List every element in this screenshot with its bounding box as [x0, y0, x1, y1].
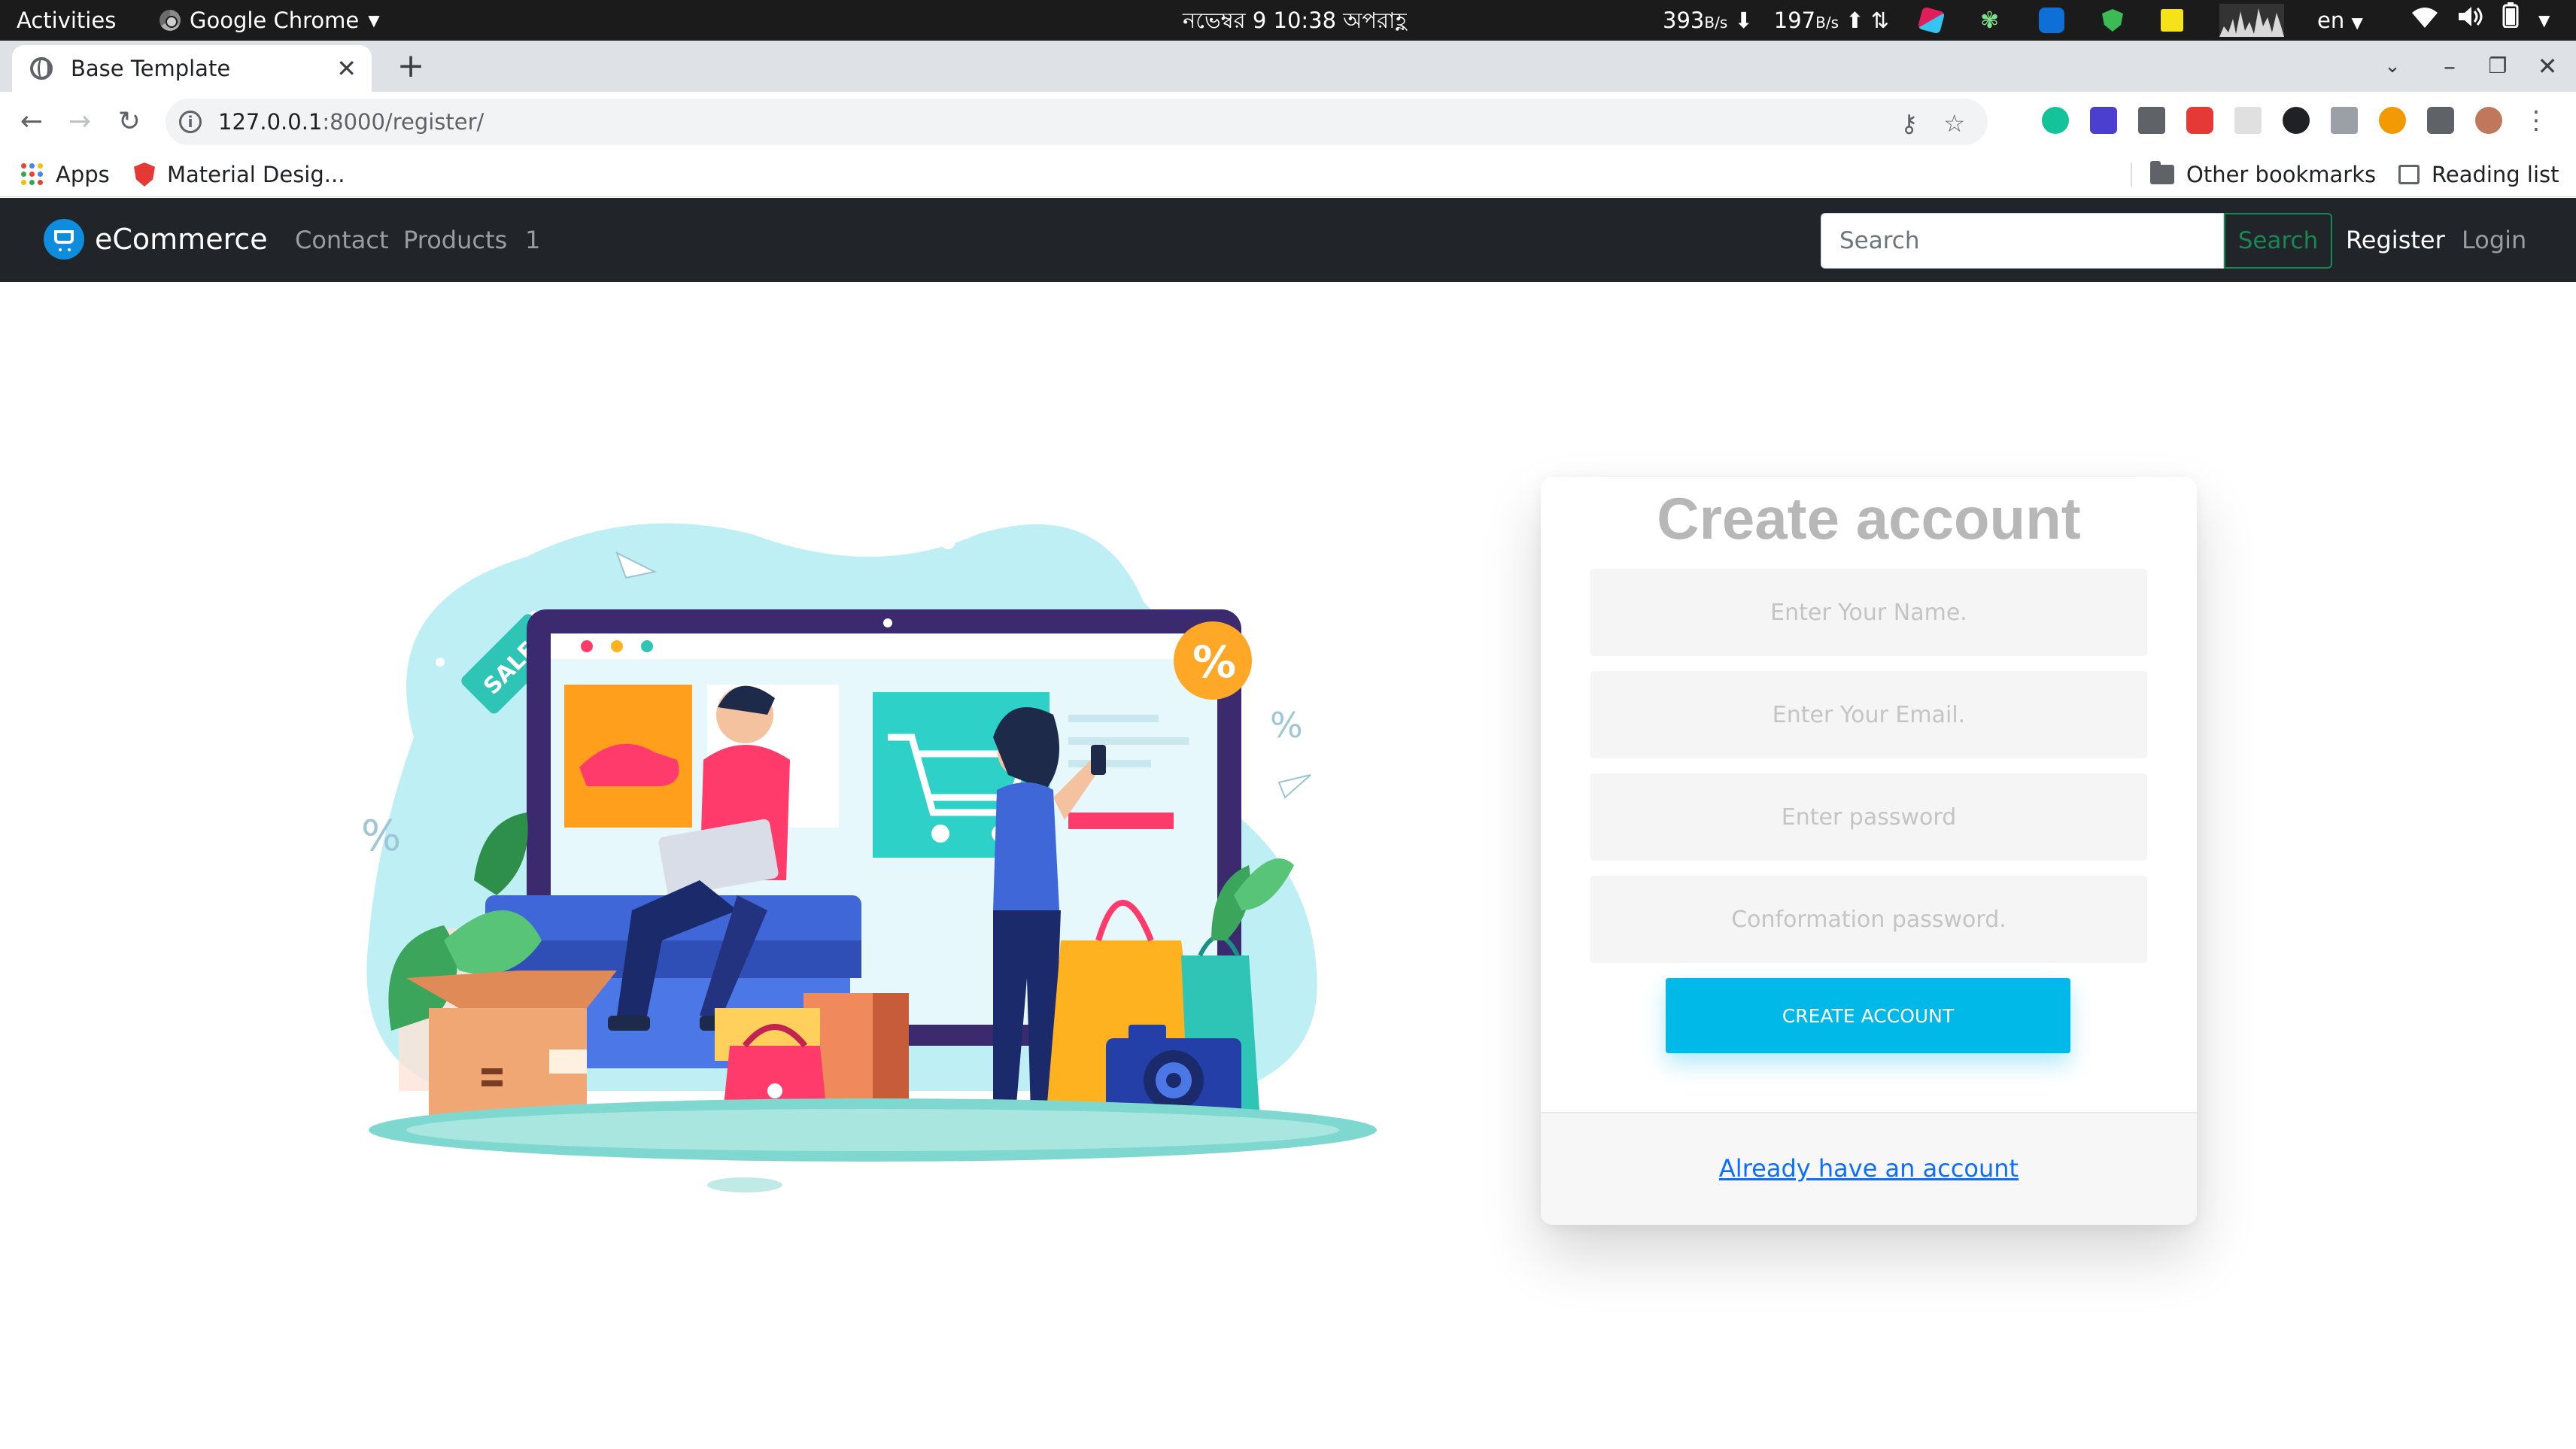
caret-down-icon: ▼ — [2351, 14, 2363, 32]
bookmark-apps[interactable]: Apps — [21, 152, 110, 197]
tray-slack-icon[interactable] — [1917, 6, 1946, 35]
address-bar[interactable]: i 127.0.0.1:8000/register/ ⚷ ☆ — [166, 99, 1988, 145]
password-field[interactable] — [1590, 773, 2147, 861]
tray-system-monitor-icon[interactable] — [2219, 4, 2284, 37]
name-field[interactable] — [1590, 569, 2147, 656]
back-button[interactable]: ← — [14, 104, 50, 140]
create-account-button[interactable]: CREATE ACCOUNT — [1666, 978, 2070, 1053]
tray-teamviewer-icon[interactable] — [2039, 7, 2064, 34]
arrow-down-icon: ⬇ — [1734, 8, 1753, 33]
caret-down-icon: ▼ — [368, 11, 380, 29]
email-field[interactable] — [1590, 671, 2147, 758]
reading-list-label: Reading list — [2432, 162, 2559, 187]
minimize-button[interactable]: – — [2432, 48, 2468, 84]
graduation-cap-icon[interactable] — [2090, 107, 2117, 134]
system-menu[interactable]: ▼ — [2412, 0, 2550, 41]
speed-icon[interactable] — [2283, 107, 2310, 134]
nav-link-login[interactable]: Login — [2462, 198, 2526, 282]
globe-icon — [30, 57, 53, 80]
shopping-illustration: % % SALE % — [346, 489, 1399, 1204]
screen-icon[interactable] — [2331, 107, 2358, 134]
adblock-plus-icon[interactable] — [2186, 107, 2213, 134]
illustration-svg: % % SALE % — [361, 523, 1377, 1192]
nav-link-products[interactable]: Products — [403, 198, 507, 282]
bookmark-label: Material Desig... — [167, 162, 345, 187]
site-navbar: eCommerce Contact Products 1 Search Regi… — [0, 198, 2576, 282]
puzzle-icon[interactable] — [2427, 107, 2454, 134]
svg-text:%: % — [1270, 705, 1303, 746]
site-info-icon[interactable]: i — [179, 111, 202, 133]
svg-text:%: % — [361, 812, 401, 861]
wifi-icon — [2412, 0, 2438, 41]
tab-strip: Base Template ✕ + ⌄ – ❐ ✕ — [0, 41, 2576, 92]
login-link[interactable]: Already have an account — [1719, 1154, 2019, 1183]
nav-link-contact[interactable]: Contact — [295, 198, 389, 282]
tab-title: Base Template — [71, 56, 231, 81]
apps-grid-icon — [21, 163, 44, 186]
arrow-up-icon: ⬆ — [1845, 8, 1864, 33]
network-speed: 393B/s ⬇ 197B/s ⬆ ⇅ — [1663, 0, 1889, 41]
other-bookmarks[interactable]: Other bookmarks — [2150, 152, 2376, 197]
key-icon[interactable]: ⚷ — [1900, 109, 1918, 138]
bookmark-star-icon[interactable]: ☆ — [1943, 109, 1965, 138]
reading-list[interactable]: Reading list — [2398, 152, 2559, 197]
brand-link[interactable]: eCommerce — [44, 219, 268, 260]
bookmark-label: Apps — [56, 162, 110, 187]
volume-icon — [2457, 0, 2483, 41]
grammarly-icon[interactable] — [2042, 107, 2069, 134]
upload-speed: 197B/s ⬆ ⇅ — [1773, 8, 1890, 33]
reading-list-icon — [2398, 165, 2420, 184]
kebab-menu-icon[interactable]: ⋮ — [2523, 105, 2549, 135]
profile-avatar[interactable] — [2475, 107, 2502, 134]
reload-button[interactable]: ↻ — [111, 104, 147, 140]
timer-icon[interactable] — [2379, 107, 2406, 134]
nav-link-register[interactable]: Register — [2346, 198, 2445, 282]
search-input[interactable] — [1821, 213, 2224, 269]
confirm-password-field[interactable] — [1590, 876, 2147, 963]
chrome-app-icon — [159, 10, 181, 31]
tab-base-template[interactable]: Base Template ✕ — [12, 45, 372, 92]
sync-icon: ⇅ — [1870, 8, 1890, 33]
app-menu-label: Google Chrome — [190, 8, 360, 33]
bookmarks-bar: Apps Material Desig... Other bookmarks R… — [0, 152, 2576, 197]
bookmark-material-design[interactable]: Material Desig... — [134, 152, 345, 197]
other-bookmarks-label: Other bookmarks — [2186, 162, 2377, 187]
caret-down-icon: ▼ — [2538, 11, 2550, 29]
folder-icon — [2150, 161, 2174, 184]
extension-placeholder-icon[interactable] — [2234, 107, 2262, 134]
cart-icon — [44, 219, 84, 260]
shield-icon — [134, 163, 155, 187]
language-indicator[interactable]: en ▼ — [2317, 0, 2363, 41]
museum-icon[interactable] — [2138, 107, 2165, 134]
tray-shield-icon[interactable] — [2102, 7, 2123, 34]
search-button[interactable]: Search — [2224, 213, 2332, 269]
card-title: Create account — [1657, 485, 2081, 551]
close-icon[interactable]: ✕ — [336, 54, 357, 83]
nav-link-cart-count[interactable]: 1 — [525, 198, 540, 282]
url-text: 127.0.0.1:8000/register/ — [218, 109, 485, 135]
activities-button[interactable]: Activities — [17, 0, 116, 41]
download-speed: 393B/s ⬇ — [1663, 8, 1753, 33]
browser-toolbar: ← → ↻ i 127.0.0.1:8000/register/ ⚷ ☆ ⋮ — [0, 92, 2576, 152]
bookmarks-divider — [2131, 163, 2132, 187]
card-footer: Already have an account — [1541, 1112, 2197, 1225]
forward-button[interactable]: → — [62, 104, 98, 140]
os-top-bar: Activities Google Chrome ▼ নভেম্বর 9 10:… — [0, 0, 2576, 41]
battery-icon — [2502, 0, 2519, 41]
brand-name: eCommerce — [95, 223, 268, 256]
tray-notes-icon[interactable] — [2161, 7, 2183, 34]
tab-search-button[interactable]: ⌄ — [2374, 48, 2410, 84]
register-card: Create account CREATE ACCOUNT Already ha… — [1541, 477, 2197, 1225]
new-tab-button[interactable]: + — [391, 47, 430, 86]
app-menu[interactable]: Google Chrome ▼ — [159, 0, 380, 41]
restore-button[interactable]: ❐ — [2480, 48, 2516, 84]
tray-plant-icon[interactable]: ✾ — [1980, 7, 1999, 34]
percent-badge-text: % — [1192, 636, 1236, 688]
extensions-row: ⋮ — [2042, 105, 2549, 135]
close-window-button[interactable]: ✕ — [2529, 48, 2565, 84]
clock[interactable]: নভেম্বর 9 10:38 অপরাহ্ণ — [1183, 0, 1407, 41]
